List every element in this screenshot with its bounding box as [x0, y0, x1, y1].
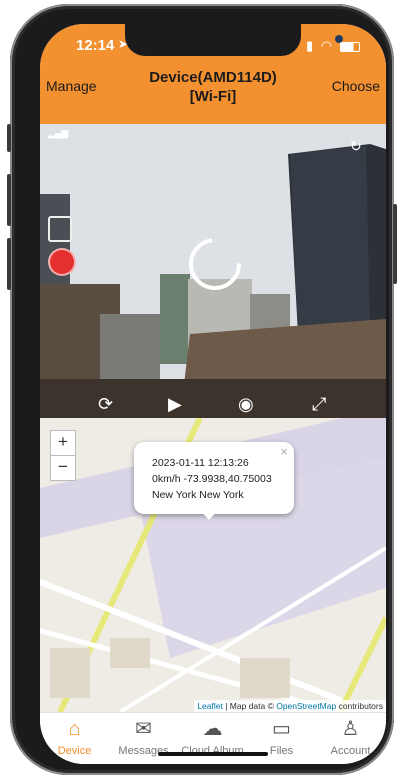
app-header: Manage Device(AMD114D) [Wi-Fi] Choose: [40, 60, 386, 124]
battery-icon: [339, 41, 360, 52]
video-camera-icon[interactable]: ▶: [168, 394, 182, 415]
rotate-icon[interactable]: ↻: [350, 138, 362, 155]
tab-bar: ⌂ Device ✉ Messages ☁ Cloud Album ▭ File…: [40, 712, 386, 764]
popup-speed-coords: 0km/h -73.9938,40.75003: [152, 473, 272, 485]
zoom-in-button[interactable]: +: [50, 430, 76, 456]
status-bar: 12:14 ➤ ▮ ◠: [40, 24, 386, 60]
signal-icon: ▮: [306, 38, 316, 53]
phone-frame: 12:14 ➤ ▮ ◠ Manage Device(AMD114D) [Wi-F…: [7, 4, 397, 775]
popup-datetime: 2023-01-11 12:13:26: [152, 457, 249, 469]
home-icon: ⌂: [68, 718, 81, 740]
power-button: [393, 204, 397, 284]
attribution-text: | Map data ©: [222, 701, 277, 711]
location-popup: 2023-01-11 12:13:26 0km/h -73.9938,40.75…: [134, 442, 294, 514]
tab-files[interactable]: ▭ Files: [247, 717, 316, 757]
attribution-tail: contributors: [336, 701, 383, 711]
map-attribution: Leaflet | Map data © OpenStreetMap contr…: [194, 700, 386, 712]
wifi-icon: ◠: [320, 38, 335, 53]
switch-camera-icon[interactable]: ⟳: [98, 394, 113, 415]
snapshot-icon[interactable]: ◉: [238, 394, 254, 415]
popup-location: New York New York: [152, 489, 244, 501]
leaflet-link[interactable]: Leaflet: [197, 701, 223, 711]
live-video-view[interactable]: ▂▄▆ ↻ ⟳ ▶ ◉ ⤢: [40, 124, 386, 418]
notch: [125, 24, 343, 56]
connection-type: [Wi-Fi]: [189, 88, 237, 105]
fullscreen-icon[interactable]: ⤢: [312, 394, 326, 415]
popup-close-icon[interactable]: ×: [280, 444, 288, 459]
home-indicator[interactable]: [158, 752, 268, 756]
video-scene: [40, 124, 386, 418]
tab-label: Device: [57, 745, 92, 757]
status-time: 12:14: [76, 37, 115, 54]
tab-account[interactable]: ♙ Account: [316, 717, 385, 757]
volume-down-button: [7, 238, 11, 290]
volume-up-button: [7, 174, 11, 226]
tab-label: Account: [330, 745, 371, 757]
record-button[interactable]: [50, 250, 74, 274]
device-name: Device(AMD114D): [149, 69, 277, 86]
phone-screen: 12:14 ➤ ▮ ◠ Manage Device(AMD114D) [Wi-F…: [40, 24, 386, 764]
signal-icon: ▂▄▆: [48, 128, 69, 138]
popup-pointer: [200, 510, 218, 520]
folder-icon: ▭: [272, 718, 291, 740]
mute-switch: [7, 124, 11, 152]
person-icon: ♙: [341, 718, 360, 740]
device-title: Device(AMD114D) [Wi-Fi]: [120, 68, 306, 106]
envelope-icon: ✉: [135, 718, 152, 740]
zoom-out-button[interactable]: −: [50, 455, 76, 481]
manage-button[interactable]: Manage: [46, 78, 97, 94]
tab-messages[interactable]: ✉ Messages: [109, 717, 178, 757]
cloud-icon: ☁: [202, 718, 223, 740]
tab-device[interactable]: ⌂ Device: [40, 717, 109, 757]
tab-cloud-album[interactable]: ☁ Cloud Album: [178, 717, 247, 757]
map-view[interactable]: + − 2023-01-11 12:13:26 0km/h -73.9938,4…: [40, 418, 386, 712]
osm-link[interactable]: OpenStreetMap: [276, 701, 336, 711]
choose-button[interactable]: Choose: [332, 78, 380, 94]
copy-icon[interactable]: [48, 216, 72, 242]
status-icons: ▮ ◠: [306, 38, 360, 54]
